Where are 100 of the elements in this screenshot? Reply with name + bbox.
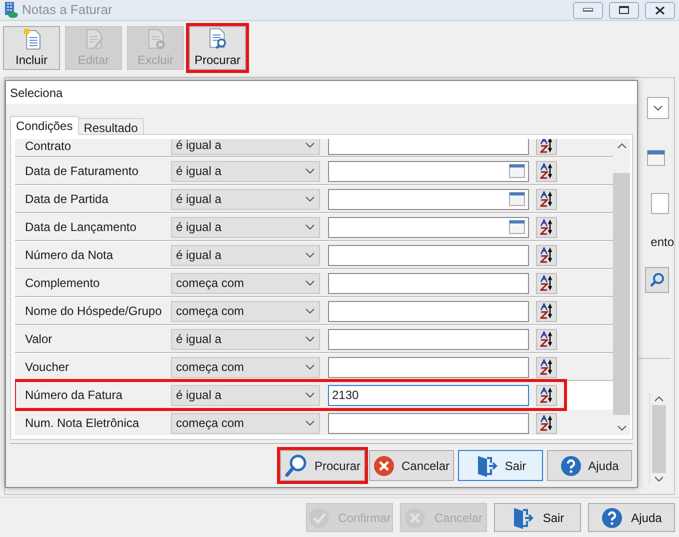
chevron-down-icon xyxy=(305,196,315,202)
chevron-down-icon xyxy=(653,105,663,111)
sort-button[interactable] xyxy=(536,160,557,182)
field-label: Data de Lançamento xyxy=(24,219,138,236)
field-label: Número da Fatura xyxy=(24,387,124,404)
field-label: Data de Faturamento xyxy=(24,163,140,180)
operator-dropdown[interactable]: é igual a xyxy=(171,328,320,350)
field-label: Nome do Hóspede/Grupo xyxy=(24,303,163,320)
sort-icon xyxy=(540,163,554,179)
check-icon xyxy=(308,506,330,528)
value-field[interactable] xyxy=(328,188,529,210)
calendar-icon[interactable] xyxy=(509,164,525,178)
chevron-down-icon xyxy=(305,420,315,426)
sort-button[interactable] xyxy=(536,188,557,210)
field-label: Voucher xyxy=(24,359,70,376)
chevron-down-icon xyxy=(305,336,315,342)
chevron-up-icon xyxy=(654,396,664,402)
scrollbar-thumb[interactable] xyxy=(652,405,666,473)
dialog-title: Seleciona xyxy=(10,84,63,102)
chevron-down-icon xyxy=(305,364,315,370)
value-field[interactable] xyxy=(328,300,529,322)
value-field[interactable]: 2130 xyxy=(328,384,529,406)
operator-dropdown[interactable]: começa com xyxy=(171,356,320,378)
close-button[interactable] xyxy=(645,2,675,18)
field-label: Número da Nota xyxy=(24,247,114,264)
dialog-button[interactable]: Procurar xyxy=(280,450,365,481)
sort-icon xyxy=(540,247,554,263)
value-field[interactable] xyxy=(328,160,529,182)
window-title: Notas a Faturar xyxy=(22,1,112,20)
operator-dropdown[interactable]: começa com xyxy=(171,300,320,322)
operator-dropdown[interactable]: é igual a xyxy=(171,160,320,182)
operator-dropdown[interactable]: é igual a xyxy=(171,216,320,238)
maximize-button[interactable] xyxy=(609,2,639,18)
operator-dropdown[interactable]: é igual a xyxy=(171,244,320,266)
sort-button[interactable] xyxy=(536,356,557,378)
field-label: Contrato xyxy=(24,139,72,155)
value-field[interactable] xyxy=(328,139,529,155)
chevron-down-icon xyxy=(654,476,664,482)
input-field[interactable] xyxy=(651,193,669,214)
sort-button[interactable] xyxy=(536,272,557,294)
operator-dropdown[interactable]: é igual a xyxy=(171,139,320,155)
value-field[interactable] xyxy=(328,328,529,350)
toolbar-button[interactable]: Procurar xyxy=(189,26,246,70)
sort-button[interactable] xyxy=(536,384,557,406)
footer-button[interactable]: Ajuda xyxy=(588,503,675,532)
chevron-down-icon xyxy=(305,224,315,230)
footer-button[interactable]: Sair xyxy=(494,503,581,532)
calendar-icon[interactable] xyxy=(647,150,665,166)
sort-icon xyxy=(540,303,554,319)
operator-dropdown[interactable]: começa com xyxy=(171,272,320,294)
sort-button[interactable] xyxy=(536,412,557,434)
sort-icon xyxy=(540,275,554,291)
scrollbar[interactable] xyxy=(613,139,630,435)
sort-button[interactable] xyxy=(536,300,557,322)
value-field[interactable] xyxy=(328,412,529,434)
chevron-down-icon xyxy=(305,168,315,174)
operator-dropdown[interactable]: é igual a xyxy=(171,384,320,406)
dropdown-field[interactable] xyxy=(647,97,669,119)
field-label: ento xyxy=(650,234,674,251)
chevron-down-icon xyxy=(305,252,315,258)
sort-button[interactable] xyxy=(536,328,557,350)
sort-icon xyxy=(540,387,554,403)
tab[interactable]: Condições xyxy=(10,116,79,135)
minimize-button[interactable] xyxy=(573,2,603,18)
dialog-button[interactable]: Sair xyxy=(458,450,543,481)
value-field[interactable] xyxy=(328,244,529,266)
search-icon xyxy=(284,454,308,478)
app-icon xyxy=(4,2,18,18)
close-icon xyxy=(655,6,665,14)
sort-icon xyxy=(540,219,554,235)
dialog-button[interactable]: Ajuda xyxy=(547,450,632,481)
minimize-icon xyxy=(583,8,593,12)
field-label: Num. Nota Eletrônica xyxy=(24,415,140,432)
value-field[interactable] xyxy=(328,216,529,238)
sort-button[interactable] xyxy=(536,244,557,266)
help-icon xyxy=(601,506,624,528)
help-icon xyxy=(560,454,582,476)
calendar-icon[interactable] xyxy=(509,220,525,234)
search-button[interactable] xyxy=(645,267,669,293)
toolbar-button[interactable]: Incluir xyxy=(3,26,60,70)
field-label: Complemento xyxy=(24,275,101,292)
calendar-icon[interactable] xyxy=(509,192,525,206)
scrollbar-thumb[interactable] xyxy=(613,173,630,415)
sort-button[interactable] xyxy=(536,139,557,155)
chevron-down-icon xyxy=(305,308,315,314)
tab[interactable]: Resultado xyxy=(78,118,144,135)
chevron-up-icon xyxy=(616,143,626,149)
value-field[interactable] xyxy=(328,356,529,378)
operator-dropdown[interactable]: começa com xyxy=(171,412,320,434)
maximize-icon xyxy=(619,6,629,14)
value-field[interactable] xyxy=(328,272,529,294)
chevron-down-icon xyxy=(305,142,315,148)
dialog-button[interactable]: Cancelar xyxy=(369,450,454,481)
cancel-icon xyxy=(373,454,396,476)
chevron-down-icon xyxy=(305,280,315,286)
search-icon xyxy=(649,272,665,288)
sort-button[interactable] xyxy=(536,216,557,238)
sort-icon xyxy=(540,359,554,375)
operator-dropdown[interactable]: é igual a xyxy=(171,188,320,210)
cancel-icon xyxy=(404,506,426,528)
